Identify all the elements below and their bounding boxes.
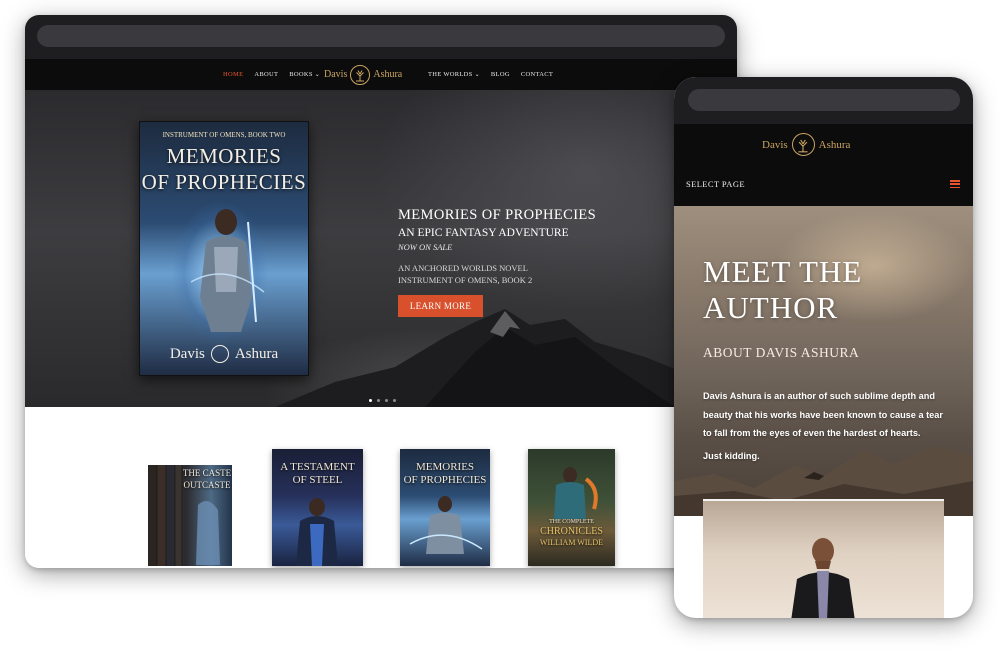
mobile-hero: MEET THE AUTHOR ABOUT DAVIS ASHURA Davis… (674, 206, 973, 516)
book-4-figure (554, 467, 598, 519)
learn-more-button[interactable]: LEARN MORE (398, 295, 483, 317)
hero-series-line-2: INSTRUMENT OF OMENS, BOOK 2 (398, 275, 533, 285)
mobile-site-logo[interactable]: Davis Ashura (762, 132, 850, 157)
mobile-browser-mockup: Davis Ashura SELECT PAGE MEET THE AUTHOR… (674, 77, 973, 618)
author-bio-text: Davis Ashura is an author of such sublim… (703, 391, 943, 438)
book-a-testament-of-steel[interactable]: A TESTAMENT OF STEEL (272, 449, 363, 566)
slider-dot-2[interactable] (377, 399, 380, 402)
book-title-line-1: MEMORIES (166, 144, 282, 168)
nav-item-books-label: BOOKS (289, 71, 313, 78)
desktop-hero-slider: INSTRUMENT OF OMENS, BOOK TWO MEMORIES O… (25, 90, 737, 407)
book-author-line: Davis Ashura (140, 345, 308, 363)
mobile-browser-chrome (674, 77, 973, 124)
book-3-figure (409, 496, 483, 554)
desktop-address-bar[interactable] (37, 25, 725, 47)
mobile-logo-first-name: Davis (762, 138, 788, 151)
nav-right-group: THE WORLDS ⌄ BLOG CONTACT (428, 59, 553, 90)
desktop-nav-bar: HOME ABOUT BOOKS ⌄ Davis Ashura THE WORLD… (25, 59, 737, 90)
book-memories-of-prophecies[interactable]: MEMORIES OF PROPHECIES (400, 449, 490, 566)
book-warrior-illustration (190, 209, 265, 332)
hero-subtitle: AN EPIC FANTASY ADVENTURE (398, 227, 569, 239)
nav-left-group: HOME ABOUT BOOKS ⌄ (223, 59, 320, 90)
hamburger-menu-icon[interactable] (950, 180, 960, 189)
book-box-set[interactable]: THE CASTE OUTCASTE (148, 465, 232, 566)
tree-emblem-icon (350, 64, 371, 85)
chevron-down-icon: ⌄ (474, 72, 480, 78)
tree-emblem-icon (210, 345, 229, 363)
book-title-line-2: OF PROPHECIES (141, 170, 307, 194)
author-bio-joke: Just kidding. (703, 451, 760, 461)
hero-series-info: AN ANCHORED WORLDS NOVEL INSTRUMENT OF O… (398, 262, 596, 286)
mobile-logo-last-name: Ashura (818, 138, 851, 151)
featured-book-cover[interactable]: INSTRUMENT OF OMENS, BOOK TWO MEMORIES O… (139, 121, 309, 376)
logo-first-name: Davis (324, 69, 348, 80)
slider-dot-1[interactable] (369, 399, 372, 402)
mobile-title-line-1: MEET THE (703, 254, 863, 289)
book-william-wilde[interactable]: THE COMPLETE CHRONICLES WILLIAM WILDE (528, 449, 615, 566)
hero-tagline: NOW ON SALE (398, 242, 453, 252)
box-set-title-line-2: OUTCASTE (183, 480, 231, 490)
select-page-menu[interactable]: SELECT PAGE (686, 179, 745, 189)
nav-item-about[interactable]: ABOUT (254, 71, 278, 78)
mobile-title-line-2: AUTHOR (703, 290, 839, 325)
author-figure (791, 538, 855, 618)
chevron-down-icon: ⌄ (314, 72, 321, 78)
book-series-line: INSTRUMENT OF OMENS, BOOK TWO (162, 131, 286, 139)
tree-emblem-icon (791, 133, 815, 156)
nav-item-contact[interactable]: CONTACT (521, 71, 553, 78)
site-logo[interactable]: Davis Ashura (324, 62, 402, 87)
book-author-last: Ashura (234, 345, 279, 362)
meet-the-author-title: MEET THE AUTHOR (703, 254, 862, 326)
nav-item-blog[interactable]: BLOG (491, 71, 510, 78)
nav-item-home[interactable]: HOME (223, 71, 243, 78)
hero-text-block: MEMORIES OF PROPHECIES AN EPIC FANTASY A… (398, 207, 596, 317)
author-portrait (703, 499, 944, 618)
nav-item-the-worlds[interactable]: THE WORLDS ⌄ (428, 71, 480, 78)
hero-title: MEMORIES OF PROPHECIES (398, 207, 597, 223)
box-set-title-line-1: THE CASTE (182, 468, 232, 478)
book-4-title-line-1: THE COMPLETE (549, 519, 594, 525)
book-4-title-line-2: CHRONICLES (540, 526, 603, 537)
hero-series-line-1: AN ANCHORED WORLDS NOVEL (398, 263, 528, 273)
books-row: THE CASTE OUTCASTE A TESTAMENT OF STEEL … (25, 407, 737, 568)
book-4-title-line-3: WILLIAM WILDE (539, 538, 604, 547)
nav-item-the-worlds-label: THE WORLDS (428, 71, 473, 78)
nav-item-books[interactable]: BOOKS ⌄ (289, 71, 320, 78)
slider-dot-3[interactable] (385, 399, 388, 402)
desktop-browser-chrome (25, 15, 737, 59)
about-author-subtitle: ABOUT DAVIS ASHURA (703, 345, 860, 360)
book-author-first: Davis (169, 345, 205, 362)
mobile-address-bar[interactable] (688, 89, 960, 111)
desktop-browser-mockup: HOME ABOUT BOOKS ⌄ Davis Ashura THE WORLD… (25, 15, 737, 568)
logo-last-name: Ashura (373, 69, 403, 80)
mobile-header: Davis Ashura SELECT PAGE (674, 124, 973, 206)
book-2-figure (296, 498, 338, 566)
slider-pagination (369, 399, 396, 402)
slider-dot-4[interactable] (393, 399, 396, 402)
